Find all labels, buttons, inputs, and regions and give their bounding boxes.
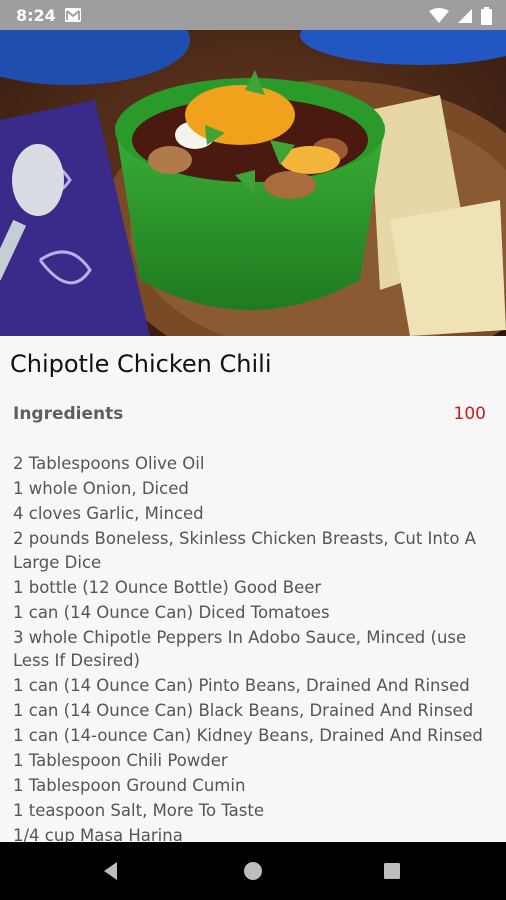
ingredients-list: 2 Tablespoons Olive Oil 1 whole Onion, D… xyxy=(13,452,493,842)
ingredient-item: 1 can (14 Ounce Can) Diced Tomatoes xyxy=(13,602,330,622)
status-bar: 8:24 xyxy=(0,0,506,30)
back-icon[interactable] xyxy=(99,859,123,883)
ingredient-item: 1 whole Onion, Diced xyxy=(13,479,189,498)
home-icon[interactable] xyxy=(241,859,265,883)
ingredient-item: 4 cloves Garlic, Minced xyxy=(13,504,204,523)
ingredient-item: 1 can (14 Ounce Can) Pinto Beans, Draine… xyxy=(13,676,470,695)
ingredient-item: 1/4 cup Masa Harina xyxy=(13,826,183,842)
recents-icon[interactable] xyxy=(380,859,404,883)
servings-count[interactable]: 100 xyxy=(454,404,486,424)
status-time: 8:24 xyxy=(16,6,56,25)
ingredient-item: 1 bottle (12 Ounce Bottle) Good Beer xyxy=(13,577,322,597)
ingredient-item: 2 pounds Boneless, Skinless Chicken Brea… xyxy=(13,529,476,572)
ingredient-item: 1 can (14-ounce Can) Kidney Beans, Drain… xyxy=(13,726,483,745)
ingredients-header: Ingredients 100 xyxy=(13,404,486,426)
ingredient-item: 1 Tablespoon Ground Cumin xyxy=(13,776,246,795)
ingredient-item: 2 Tablespoons Olive Oil xyxy=(13,454,205,473)
ingredients-label: Ingredients xyxy=(13,404,124,424)
gmail-icon xyxy=(64,7,82,28)
ingredient-item: 3 whole Chipotle Peppers In Adobo Sauce,… xyxy=(13,627,467,671)
ingredient-item: 1 teaspoon Salt, More To Taste xyxy=(13,801,265,820)
recipe-content: Chipotle Chicken Chili Ingredients 100 2… xyxy=(0,336,506,842)
wifi-icon xyxy=(429,8,449,29)
ingredient-item: 1 can (14 Ounce Can) Black Beans, Draine… xyxy=(13,701,474,720)
ingredient-item: 1 Tablespoon Chili Powder xyxy=(13,751,228,770)
signal-icon xyxy=(457,8,473,29)
recipe-hero-image xyxy=(0,30,506,336)
battery-icon xyxy=(481,7,492,30)
navigation-bar xyxy=(0,842,506,900)
recipe-title: Chipotle Chicken Chili xyxy=(10,350,272,378)
